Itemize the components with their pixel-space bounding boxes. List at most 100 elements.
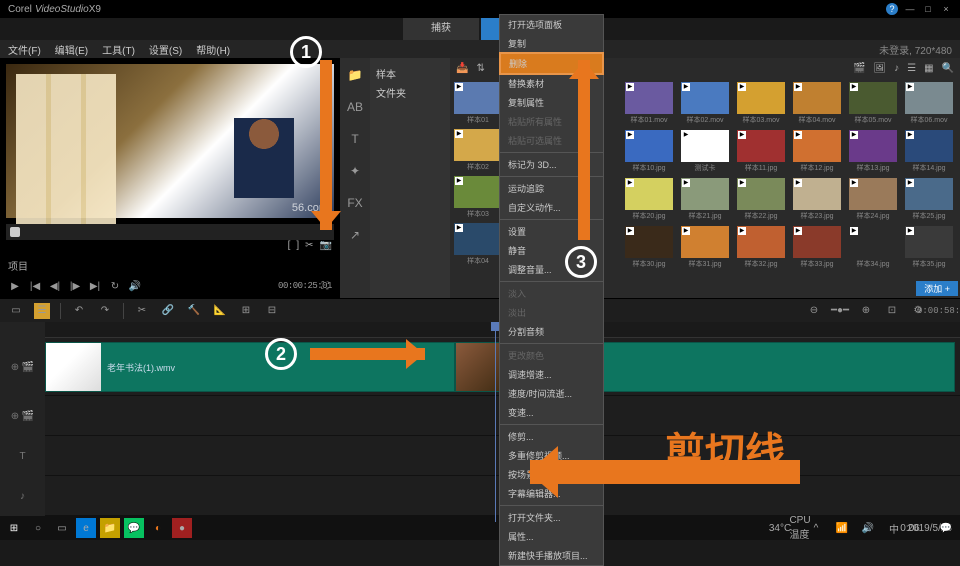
library-thumb[interactable]: ▶测试卡 <box>681 130 729 173</box>
clock[interactable]: 0:062019/5/25 <box>910 518 930 538</box>
library-thumb[interactable]: ▶样本13.jpg <box>849 130 897 173</box>
menu-edit[interactable]: 编辑(E) <box>55 42 88 57</box>
list-view-icon[interactable]: ☰ <box>907 63 916 74</box>
zoom-slider[interactable]: ━●━ <box>832 303 848 319</box>
tree-folder[interactable]: 文件夹 <box>376 83 444 102</box>
expand-icon[interactable]: ⛶ <box>318 279 332 293</box>
library-thumb[interactable]: ▶样本04.mov <box>793 82 841 125</box>
volume-icon[interactable]: 🔊 <box>128 279 142 293</box>
menu-file[interactable]: 文件(F) <box>8 42 41 57</box>
notification-icon[interactable]: 💬 <box>936 518 956 538</box>
context-menu-item[interactable]: 调速增速... <box>500 365 603 384</box>
thumb-view-icon[interactable]: ▦ <box>924 63 933 74</box>
tool-icon[interactable]: 🔗 <box>160 303 176 319</box>
fit-icon[interactable]: ⊡ <box>884 303 900 319</box>
tree-root[interactable]: 样本 <box>376 64 444 83</box>
filter-photo-icon[interactable]: 🖼 <box>873 63 886 74</box>
timeline-view-icon[interactable]: ☰ <box>34 303 50 319</box>
context-menu-item[interactable]: 分割音频 <box>500 322 603 341</box>
context-menu-item[interactable]: 新建快手播放项目... <box>500 546 603 565</box>
prev-frame-icon[interactable]: ◀| <box>48 279 62 293</box>
start-icon[interactable]: ⊞ <box>4 518 24 538</box>
library-thumb[interactable]: ▶样本05.mov <box>849 82 897 125</box>
go-start-icon[interactable]: |◀ <box>28 279 42 293</box>
library-thumb[interactable]: ▶样本35.jpg <box>905 226 953 269</box>
playhead[interactable] <box>495 322 496 522</box>
search-icon[interactable]: 🔍 <box>942 63 954 74</box>
next-frame-icon[interactable]: |▶ <box>68 279 82 293</box>
app-icon[interactable]: 📁 <box>100 518 120 538</box>
storyboard-view-icon[interactable]: ▭ <box>8 303 24 319</box>
title-tab-icon[interactable]: T <box>346 130 364 148</box>
mark-in-icon[interactable]: [ <box>288 240 291 254</box>
library-thumb[interactable]: ▶样本01.mov <box>625 82 673 125</box>
minimize-icon[interactable]: — <box>904 3 916 15</box>
context-menu-item[interactable]: 属性... <box>500 527 603 546</box>
sort-icon[interactable]: ⇅ <box>476 63 484 74</box>
context-menu-item[interactable]: 变速... <box>500 403 603 422</box>
help-icon[interactable]: ? <box>886 3 898 15</box>
context-menu-item[interactable]: 更改颜色 <box>500 346 603 365</box>
filter-tab-icon[interactable]: FX <box>346 194 364 212</box>
app-icon[interactable]: ◐ <box>148 518 168 538</box>
menu-help[interactable]: 帮助(H) <box>196 42 230 57</box>
context-menu-item[interactable]: 修剪... <box>500 427 603 446</box>
context-menu-item[interactable]: 打开选项面板 <box>500 15 603 34</box>
library-thumb[interactable]: ▶样本06.mov <box>905 82 953 125</box>
library-thumb[interactable]: ▶样本01 <box>454 82 502 125</box>
media-tab-icon[interactable]: 📁 <box>346 66 364 84</box>
play-icon[interactable]: ▶ <box>8 279 22 293</box>
import-icon[interactable]: 📥 <box>456 63 468 74</box>
redo-icon[interactable]: ↷ <box>97 303 113 319</box>
library-thumb[interactable]: ▶样本02 <box>454 129 502 172</box>
library-thumb[interactable]: ▶样本32.jpg <box>737 226 785 269</box>
library-thumb[interactable]: ▶样本14.jpg <box>905 130 953 173</box>
title-track-head[interactable]: T <box>0 436 45 476</box>
tool-icon[interactable]: ⊞ <box>238 303 254 319</box>
close-icon[interactable]: × <box>940 3 952 15</box>
path-tab-icon[interactable]: ↗ <box>346 226 364 244</box>
library-thumb[interactable]: ▶样本34.jpg <box>849 226 897 269</box>
library-thumb[interactable]: ▶样本33.jpg <box>793 226 841 269</box>
context-menu-item[interactable]: 淡入 <box>500 284 603 303</box>
context-menu-item[interactable]: 打开文件夹... <box>500 508 603 527</box>
graphic-tab-icon[interactable]: ✦ <box>346 162 364 180</box>
library-thumb[interactable]: ▶样本04 <box>454 223 502 266</box>
transition-tab-icon[interactable]: AB <box>346 98 364 116</box>
tray-icon[interactable]: ^ <box>806 518 826 538</box>
app-icon[interactable]: e <box>76 518 96 538</box>
preview-mode-label[interactable]: 项目 <box>8 258 28 273</box>
tool-icon[interactable]: 🔨 <box>186 303 202 319</box>
library-thumb[interactable]: ▶样本02.mov <box>681 82 729 125</box>
mark-out-icon[interactable]: ] <box>296 240 299 254</box>
library-thumb[interactable]: ▶样本21.jpg <box>681 178 729 221</box>
loop-icon[interactable]: ↻ <box>108 279 122 293</box>
tab-capture[interactable]: 捕获 <box>403 18 479 40</box>
preview-viewport[interactable] <box>6 64 334 218</box>
app-icon[interactable]: ● <box>172 518 192 538</box>
video-track-head[interactable]: ⊕ 🎬 <box>0 338 45 396</box>
temp-widget[interactable]: 34°CCPU温度 <box>780 518 800 538</box>
library-thumb[interactable]: ▶样本11.jpg <box>737 130 785 173</box>
library-thumb[interactable]: ▶样本30.jpg <box>625 226 673 269</box>
audio-track-head[interactable]: ♪ <box>0 476 45 516</box>
go-end-icon[interactable]: ▶| <box>88 279 102 293</box>
library-thumb[interactable]: ▶样本20.jpg <box>625 178 673 221</box>
filter-audio-icon[interactable]: ♪ <box>894 63 899 74</box>
tool-icon[interactable]: 📐 <box>212 303 228 319</box>
filter-video-icon[interactable]: 🎬 <box>853 63 865 74</box>
library-thumb[interactable]: ▶样本12.jpg <box>793 130 841 173</box>
app-icon[interactable]: 💬 <box>124 518 144 538</box>
volume-icon[interactable]: 🔊 <box>858 518 878 538</box>
preview-scrubber[interactable] <box>6 224 334 240</box>
zoom-out-icon[interactable]: ⊖ <box>806 303 822 319</box>
context-menu-item[interactable]: 淡出 <box>500 303 603 322</box>
library-thumb[interactable]: ▶样本03 <box>454 176 502 219</box>
tool-icon[interactable]: ✂ <box>134 303 150 319</box>
menu-tool[interactable]: 工具(T) <box>102 42 135 57</box>
library-thumb[interactable]: ▶样本22.jpg <box>737 178 785 221</box>
zoom-in-icon[interactable]: ⊕ <box>858 303 874 319</box>
undo-icon[interactable]: ↶ <box>71 303 87 319</box>
library-thumb[interactable]: ▶样本23.jpg <box>793 178 841 221</box>
context-menu-item[interactable]: 速度/时间流逝... <box>500 384 603 403</box>
